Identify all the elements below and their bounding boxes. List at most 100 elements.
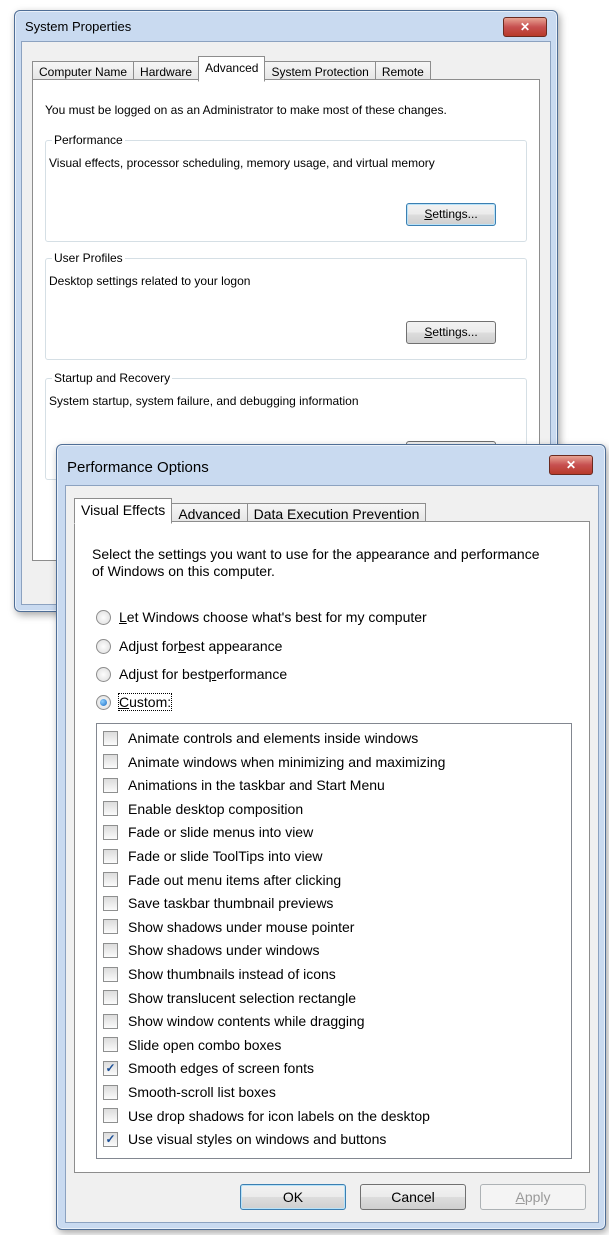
performance-settings-button[interactable]: Settings... <box>406 203 496 226</box>
performance-group: Performance Visual effects, processor sc… <box>45 133 527 242</box>
user-profiles-group-label: User Profiles <box>52 251 125 265</box>
radio-label-post: et Windows choose what's best for my com… <box>126 609 427 625</box>
ok-button[interactable]: OK <box>240 1184 346 1210</box>
performance-options-titlebar[interactable]: Performance Options ✕ <box>57 445 605 481</box>
effect-checkbox-row[interactable]: Use drop shadows for icon labels on the … <box>103 1108 430 1124</box>
radio-label-pre: Adjust for best <box>119 666 209 682</box>
unchecked-checkbox[interactable] <box>103 966 118 982</box>
effect-label: Fade or slide ToolTips into view <box>128 848 323 864</box>
tab-advanced[interactable]: Advanced <box>198 56 266 82</box>
close-icon[interactable]: ✕ <box>549 455 593 475</box>
effect-checkbox-row[interactable]: ✓ Use visual styles on windows and button… <box>103 1131 386 1147</box>
effect-checkbox-row[interactable]: Animate windows when minimizing and maxi… <box>103 754 445 770</box>
effect-checkbox-row[interactable]: Save taskbar thumbnail previews <box>103 895 333 911</box>
settings-label: ettings... <box>432 325 478 339</box>
unchecked-checkbox[interactable] <box>103 919 118 935</box>
radio-mnemonic: b <box>178 638 186 654</box>
user-profiles-group: User Profiles Desktop settings related t… <box>45 251 527 360</box>
radio-button[interactable] <box>96 638 111 654</box>
startup-recovery-group-label: Startup and Recovery <box>52 371 173 385</box>
effect-checkbox-row[interactable]: Show translucent selection rectangle <box>103 990 356 1006</box>
radio-best-performance[interactable]: Adjust for best p erformance <box>96 666 287 682</box>
unchecked-checkbox[interactable] <box>103 730 118 746</box>
radio-custom-label: Custom: <box>117 693 173 711</box>
effect-checkbox-row[interactable]: Fade or slide ToolTips into view <box>103 848 323 864</box>
apply-mnemonic: A <box>515 1189 525 1205</box>
visual-effects-list[interactable]: Animate controls and elements inside win… <box>96 723 572 1159</box>
effect-checkbox-row[interactable]: Show shadows under mouse pointer <box>103 919 354 935</box>
radio-button[interactable] <box>96 666 111 682</box>
effect-label: Fade out menu items after clicking <box>128 871 342 888</box>
unchecked-checkbox[interactable] <box>103 872 118 888</box>
effect-label: Enable desktop composition <box>128 800 304 817</box>
effect-label: Slide open combo boxes <box>128 1036 282 1053</box>
effect-label: Animate controls and elements inside win… <box>128 730 419 746</box>
effect-checkbox-row[interactable]: Slide open combo boxes <box>103 1037 281 1053</box>
effect-checkbox-row[interactable]: Smooth-scroll list boxes <box>103 1084 276 1100</box>
radio-label-post: erformance <box>216 666 288 682</box>
effect-label: Smooth-scroll list boxes <box>128 1084 276 1100</box>
unchecked-checkbox[interactable] <box>103 1037 118 1053</box>
visual-effects-description: Select the settings you want to use for … <box>92 546 540 579</box>
effect-checkbox-row[interactable]: Animations in the taskbar and Start Menu <box>103 777 385 793</box>
effect-checkbox-row[interactable]: Fade out menu items after clicking <box>103 872 341 888</box>
checked-checkbox[interactable]: ✓ <box>103 1060 118 1076</box>
admin-note: You must be logged on as an Administrato… <box>45 103 447 117</box>
effect-checkbox-row[interactable]: ✓ Smooth edges of screen fonts <box>103 1060 314 1076</box>
effect-checkbox-row[interactable]: Animate controls and elements inside win… <box>103 730 418 746</box>
unchecked-checkbox[interactable] <box>103 1108 118 1124</box>
effect-label: Use visual styles on windows and buttons <box>128 1131 387 1148</box>
effect-checkbox-row[interactable]: Show thumbnails instead of icons <box>103 966 336 982</box>
radio-best-appearance[interactable]: Adjust for b est appearance <box>96 638 282 654</box>
system-properties-titlebar[interactable]: System Properties ✕ <box>15 11 557 41</box>
radio-label-post: ustom: <box>129 694 172 710</box>
effect-label: Show translucent selection rectangle <box>128 989 357 1006</box>
effect-label: Show shadows under windows <box>128 942 320 959</box>
effect-checkbox-row[interactable]: Show shadows under windows <box>103 942 319 958</box>
effect-label: Animate windows when minimizing and maxi… <box>128 753 446 770</box>
effect-checkbox-row[interactable]: Fade or slide menus into view <box>103 824 313 840</box>
unchecked-checkbox[interactable] <box>103 848 118 864</box>
unchecked-checkbox[interactable] <box>103 777 118 793</box>
effect-label: Animations in the taskbar and Start Menu <box>128 777 385 794</box>
unchecked-checkbox[interactable] <box>103 754 118 770</box>
radio-custom[interactable]: Custom: <box>96 693 173 711</box>
unchecked-checkbox[interactable] <box>103 895 118 911</box>
tab-visual-effects[interactable]: Visual Effects <box>74 498 173 524</box>
performance-group-label: Performance <box>52 133 125 147</box>
startup-recovery-description: System startup, system failure, and debu… <box>49 394 359 408</box>
effect-label: Show shadows under mouse pointer <box>128 918 355 935</box>
window-title: System Properties <box>25 19 132 34</box>
radio-button[interactable] <box>96 694 111 710</box>
user-profiles-settings-button[interactable]: Settings... <box>406 321 496 344</box>
radio-mnemonic: C <box>119 694 130 710</box>
apply-button[interactable]: Apply <box>480 1184 586 1210</box>
effect-label: Use drop shadows for icon labels on the … <box>128 1107 430 1124</box>
radio-label-pre: Adjust for <box>119 638 179 654</box>
radio-let-windows-choose[interactable]: Let Windows choose what's best for my co… <box>96 609 427 625</box>
effect-checkbox-row[interactable]: Show window contents while dragging <box>103 1013 365 1029</box>
effect-label: Save taskbar thumbnail previews <box>128 895 334 912</box>
radio-mnemonic: L <box>119 609 127 625</box>
checked-checkbox[interactable]: ✓ <box>103 1131 118 1147</box>
close-icon[interactable]: ✕ <box>503 17 547 37</box>
effect-checkbox-row[interactable]: Enable desktop composition <box>103 801 303 817</box>
unchecked-checkbox[interactable] <box>103 1084 118 1100</box>
effect-label: Show window contents while dragging <box>128 1013 365 1030</box>
effect-label: Show thumbnails instead of icons <box>128 966 336 982</box>
performance-description: Visual effects, processor scheduling, me… <box>49 156 435 170</box>
unchecked-checkbox[interactable] <box>103 801 118 817</box>
effect-label: Smooth edges of screen fonts <box>128 1060 314 1077</box>
unchecked-checkbox[interactable] <box>103 942 118 958</box>
user-profiles-description: Desktop settings related to your logon <box>49 274 251 288</box>
window-title: Performance Options <box>67 459 209 476</box>
radio-button[interactable] <box>96 609 111 625</box>
unchecked-checkbox[interactable] <box>103 824 118 840</box>
unchecked-checkbox[interactable] <box>103 1013 118 1029</box>
radio-label-post: est appearance <box>185 638 283 654</box>
unchecked-checkbox[interactable] <box>103 990 118 1006</box>
effect-label: Fade or slide menus into view <box>128 824 314 841</box>
cancel-button[interactable]: Cancel <box>360 1184 466 1210</box>
radio-mnemonic: p <box>208 666 217 682</box>
apply-label: pply <box>524 1189 551 1205</box>
